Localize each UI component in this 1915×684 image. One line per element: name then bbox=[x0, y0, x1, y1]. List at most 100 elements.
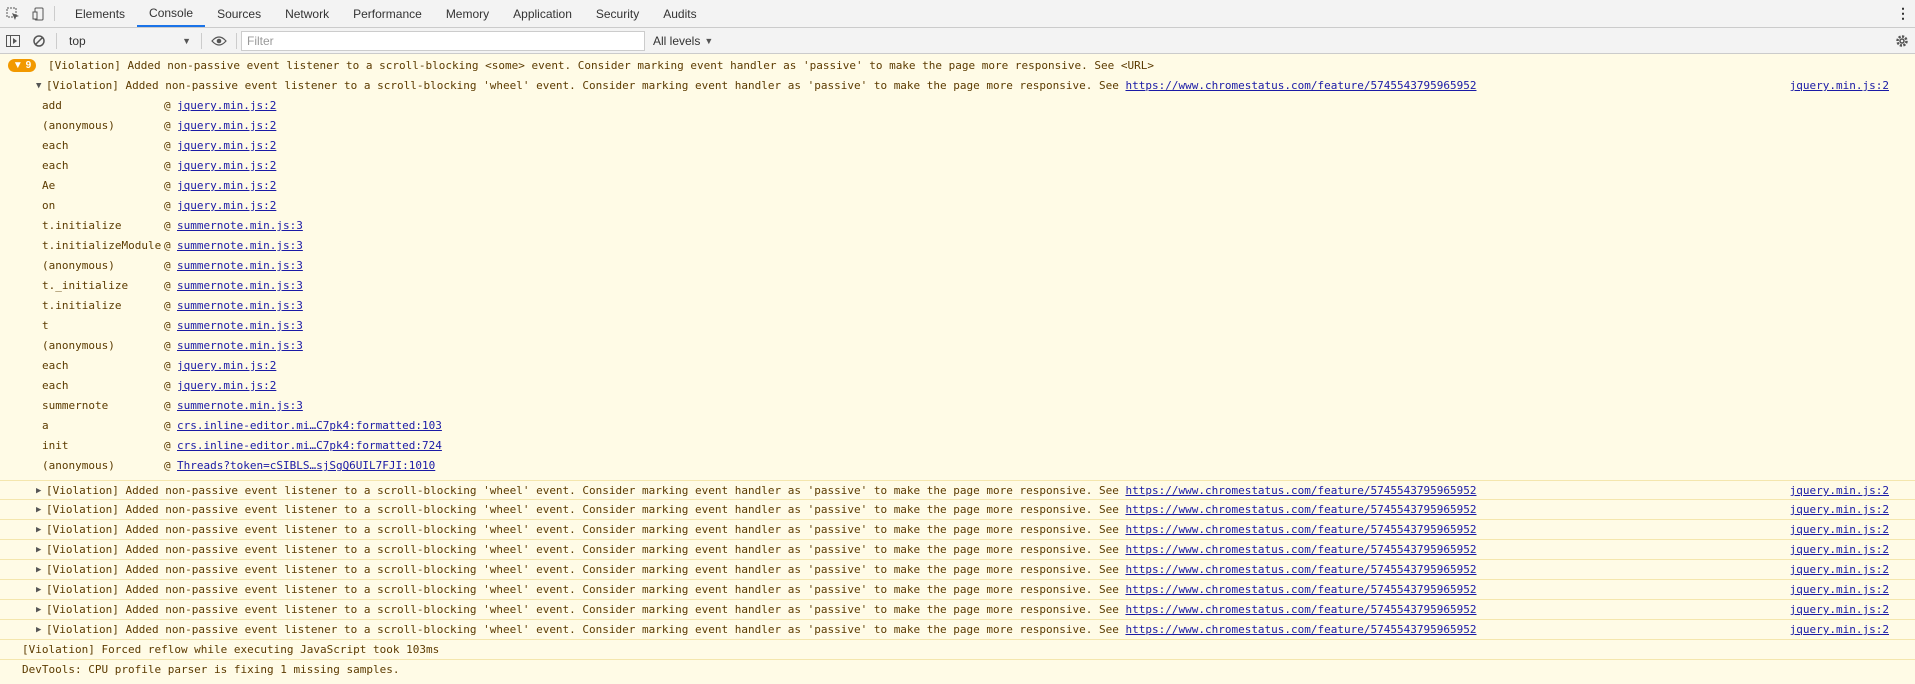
console-group-summary[interactable]: ▼ 9 [Violation] Added non-passive event … bbox=[0, 56, 1915, 76]
expand-arrow-icon[interactable]: ▶ bbox=[36, 481, 41, 501]
tab-application[interactable]: Application bbox=[501, 0, 584, 27]
stack-frame-source-link[interactable]: summernote.min.js:3 bbox=[177, 216, 303, 236]
stack-frame-source-link[interactable]: summernote.min.js:3 bbox=[177, 256, 303, 276]
tab-sources[interactable]: Sources bbox=[205, 0, 273, 27]
stack-frame: (anonymous) @ Threads?token=cSIBLS…sjSgQ6U… bbox=[0, 456, 1915, 476]
violation-url-link[interactable]: https://www.chromestatus.com/feature/574… bbox=[1125, 563, 1476, 576]
live-expression-button[interactable] bbox=[206, 29, 232, 53]
stack-frame-function: (anonymous) bbox=[42, 339, 115, 352]
tab-elements[interactable]: Elements bbox=[63, 0, 137, 27]
violation-source-link[interactable]: jquery.min.js:2 bbox=[1790, 600, 1889, 620]
stack-frame-at: @ bbox=[164, 179, 171, 192]
expand-arrow-icon[interactable]: ▶ bbox=[36, 520, 41, 540]
stack-frame-source-link[interactable]: jquery.min.js:2 bbox=[177, 156, 276, 176]
stack-frame-source-link[interactable]: summernote.min.js:3 bbox=[177, 316, 303, 336]
violation-url-link[interactable]: https://www.chromestatus.com/feature/574… bbox=[1125, 623, 1476, 636]
violation-source-link[interactable]: jquery.min.js:2 bbox=[1790, 620, 1889, 640]
expand-arrow-icon[interactable]: ▶ bbox=[36, 620, 41, 640]
stack-frame-source-link[interactable]: summernote.min.js:3 bbox=[177, 336, 303, 356]
stack-frame-source-link[interactable]: crs.inline-editor.mi…C7pk4:formatted:724 bbox=[177, 436, 442, 456]
stack-frame-source-link[interactable]: summernote.min.js:3 bbox=[177, 236, 303, 256]
expand-arrow-icon[interactable]: ▶ bbox=[36, 540, 41, 560]
collapsed-violation-message[interactable]: ▶ [Violation] Added non-passive event lis… bbox=[0, 620, 1915, 640]
tab-security[interactable]: Security bbox=[584, 0, 651, 27]
stack-frame-source-link[interactable]: summernote.min.js:3 bbox=[177, 276, 303, 296]
expand-arrow-icon[interactable]: ▼ bbox=[36, 76, 41, 96]
tab-audits[interactable]: Audits bbox=[651, 0, 708, 27]
collapsed-violation-message[interactable]: ▶ [Violation] Added non-passive event lis… bbox=[0, 520, 1915, 540]
violation-source-link[interactable]: jquery.min.js:2 bbox=[1790, 580, 1889, 600]
context-selector[interactable]: top ▼ bbox=[61, 34, 197, 48]
violation-source-link[interactable]: jquery.min.js:2 bbox=[1790, 76, 1889, 96]
clear-console-button[interactable] bbox=[26, 29, 52, 53]
violation-source-link[interactable]: jquery.min.js:2 bbox=[1790, 520, 1889, 540]
stack-frame-function: Ae bbox=[42, 179, 56, 192]
collapsed-violation-message[interactable]: ▶ [Violation] Added non-passive event lis… bbox=[0, 480, 1915, 500]
more-options-icon[interactable]: ⋮ bbox=[1891, 0, 1915, 27]
stack-frame-function: (anonymous) bbox=[42, 259, 115, 272]
violation-url-link[interactable]: https://www.chromestatus.com/feature/574… bbox=[1125, 543, 1476, 556]
stack-frame-function: t.initialize bbox=[42, 219, 122, 232]
violation-url-link[interactable]: https://www.chromestatus.com/feature/574… bbox=[1125, 484, 1476, 497]
stack-frame: init @ crs.inline-editor.mi…C7pk4:formatte… bbox=[0, 436, 1915, 456]
stack-frame-source-link[interactable]: summernote.min.js:3 bbox=[177, 396, 303, 416]
expand-arrow-icon[interactable]: ▶ bbox=[36, 500, 41, 520]
violation-source-link[interactable]: jquery.min.js:2 bbox=[1790, 560, 1889, 580]
sidebar-icon bbox=[6, 34, 20, 47]
device-toolbar-button[interactable] bbox=[26, 0, 52, 27]
violation-source-link[interactable]: jquery.min.js:2 bbox=[1790, 500, 1889, 520]
stack-frame-at: @ bbox=[164, 299, 171, 312]
stack-frame-source-link[interactable]: jquery.min.js:2 bbox=[177, 376, 276, 396]
expanded-violation-message[interactable]: ▼ [Violation] Added non-passive event li… bbox=[0, 76, 1915, 96]
tab-console[interactable]: Console bbox=[137, 0, 206, 27]
stack-frame-source-link[interactable]: jquery.min.js:2 bbox=[177, 176, 276, 196]
stack-frame-source-link[interactable]: jquery.min.js:2 bbox=[177, 136, 276, 156]
inspect-element-button[interactable] bbox=[0, 0, 26, 27]
collapsed-violation-message[interactable]: ▶ [Violation] Added non-passive event lis… bbox=[0, 560, 1915, 580]
show-sidebar-button[interactable] bbox=[0, 29, 26, 53]
stack-frame-at: @ bbox=[164, 399, 171, 412]
stack-frame-function: on bbox=[42, 199, 56, 212]
expand-arrow-icon[interactable]: ▶ bbox=[36, 600, 41, 620]
reflow-violation-message: [Violation] Forced reflow while executin… bbox=[0, 640, 1915, 660]
collapsed-violation-message[interactable]: ▶ [Violation] Added non-passive event lis… bbox=[0, 500, 1915, 520]
expand-arrow-icon[interactable]: ▶ bbox=[36, 560, 41, 580]
tab-network[interactable]: Network bbox=[273, 0, 341, 27]
chevron-down-icon: ▼ bbox=[182, 35, 191, 46]
devtools-text: DevTools: CPU profile parser is fixing 1… bbox=[22, 663, 400, 676]
stack-frame-source-link[interactable]: jquery.min.js:2 bbox=[177, 356, 276, 376]
stack-frame-function: add bbox=[42, 99, 62, 112]
stack-frame-source-link[interactable]: Threads?token=cSIBLS…sjSgQ6UIL7FJI:1010 bbox=[177, 456, 435, 476]
violation-url-link[interactable]: https://www.chromestatus.com/feature/574… bbox=[1125, 79, 1476, 92]
collapsed-violation-message[interactable]: ▶ [Violation] Added non-passive event lis… bbox=[0, 540, 1915, 560]
violation-url-link[interactable]: https://www.chromestatus.com/feature/574… bbox=[1125, 523, 1476, 536]
console-settings-button[interactable] bbox=[1889, 29, 1915, 53]
violation-url-link[interactable]: https://www.chromestatus.com/feature/574… bbox=[1125, 503, 1476, 516]
violation-source-link[interactable]: jquery.min.js:2 bbox=[1790, 540, 1889, 560]
tab-performance[interactable]: Performance bbox=[341, 0, 434, 27]
violation-url-link[interactable]: https://www.chromestatus.com/feature/574… bbox=[1125, 583, 1476, 596]
stack-frame: on @ jquery.min.js:2 bbox=[0, 196, 1915, 216]
tab-memory[interactable]: Memory bbox=[434, 0, 501, 27]
stack-frame-source-link[interactable]: jquery.min.js:2 bbox=[177, 196, 276, 216]
stack-frame-function: t._initialize bbox=[42, 279, 129, 292]
stack-frame-source-link[interactable]: jquery.min.js:2 bbox=[177, 96, 276, 116]
stack-frame-at: @ bbox=[164, 119, 171, 132]
expand-arrow-icon[interactable]: ▶ bbox=[36, 580, 41, 600]
collapsed-violation-message[interactable]: ▶ [Violation] Added non-passive event lis… bbox=[0, 580, 1915, 600]
stack-frame-source-link[interactable]: jquery.min.js:2 bbox=[177, 116, 276, 136]
stack-frame-source-link[interactable]: summernote.min.js:3 bbox=[177, 296, 303, 316]
stack-frame-source-link[interactable]: crs.inline-editor.mi…C7pk4:formatted:103 bbox=[177, 416, 442, 436]
stack-frame: each @ jquery.min.js:2 bbox=[0, 156, 1915, 176]
violation-message: [Violation] Added non-passive event list… bbox=[46, 603, 1477, 616]
violation-source-link[interactable]: jquery.min.js:2 bbox=[1790, 481, 1889, 501]
devtools-tab-bar: Elements Console Sources Network Perform… bbox=[0, 0, 1915, 28]
violation-message: [Violation] Added non-passive event list… bbox=[46, 583, 1477, 596]
stack-frame-at: @ bbox=[164, 139, 171, 152]
collapsed-violation-message[interactable]: ▶ [Violation] Added non-passive event lis… bbox=[0, 600, 1915, 620]
stack-frame-at: @ bbox=[164, 219, 171, 232]
violation-url-link[interactable]: https://www.chromestatus.com/feature/574… bbox=[1125, 603, 1476, 616]
filter-input[interactable] bbox=[241, 30, 645, 51]
log-levels-dropdown[interactable]: All levels ▼ bbox=[653, 34, 713, 48]
device-icon bbox=[32, 7, 44, 20]
